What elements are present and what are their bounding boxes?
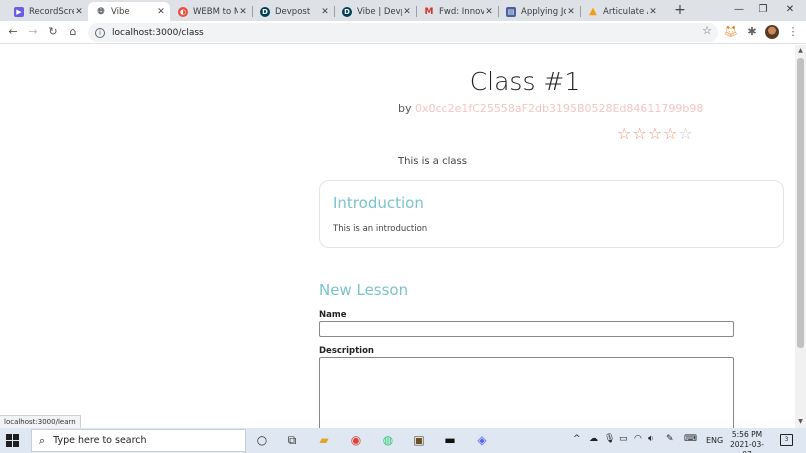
page-scrollbar[interactable]: ▲ ▼: [795, 45, 806, 428]
close-tab-icon[interactable]: ✕: [402, 7, 412, 17]
lesson-title[interactable]: Introduction: [333, 194, 424, 212]
new-tab-button[interactable]: +: [673, 2, 687, 18]
windows-taskbar: ⌕ Type here to search ○ ⧉ ▰ ◉ ◍ ▣ ▬ ◈ ^ …: [0, 428, 806, 453]
taskbar-clock[interactable]: 5:56 PM 2021-03-07: [727, 430, 767, 453]
new-lesson-heading: New Lesson: [319, 281, 409, 299]
tab-articulate[interactable]: ▲ Articulate Ai ✕: [580, 2, 662, 21]
cortana-icon[interactable]: ○: [254, 432, 270, 448]
pen-icon[interactable]: ✎: [666, 434, 674, 444]
microphone-icon[interactable]: 🎙︎: [604, 434, 615, 444]
name-label: Name: [319, 310, 347, 320]
tray-chevron-icon[interactable]: ^: [573, 434, 581, 444]
tab-vibe-devpost[interactable]: D Vibe | Devp ✕: [334, 2, 416, 21]
convert-icon: ◐: [178, 6, 188, 17]
lesson-card[interactable]: Introduction This is an introduction: [319, 180, 784, 248]
globe-icon: 🌐︎: [97, 6, 105, 17]
close-tab-icon[interactable]: ✕: [484, 7, 494, 17]
bookmark-star-icon[interactable]: ☆: [702, 24, 712, 37]
volume-icon[interactable]: 🔉︎: [648, 434, 654, 444]
star-icon[interactable]: ☆: [617, 125, 631, 143]
gmail-icon: M: [424, 6, 434, 17]
extensions-puzzle-icon[interactable]: ✱: [745, 25, 759, 39]
taskbar-search[interactable]: ⌕ Type here to search: [31, 429, 246, 452]
file-explorer-icon[interactable]: ▰: [316, 432, 332, 448]
star-rating[interactable]: ☆ ☆ ☆ ☆ ☆: [617, 125, 693, 143]
onedrive-icon[interactable]: ☁: [589, 434, 598, 444]
class-byline: by 0x0cc2e1fC25558aF2db3195B0528Ed846117…: [398, 102, 703, 115]
class-title: Class #1: [469, 67, 581, 96]
keyboard-icon[interactable]: ⌨: [684, 434, 697, 444]
star-icon[interactable]: ☆: [678, 125, 692, 143]
task-view-icon[interactable]: ⧉: [284, 432, 300, 448]
forward-button[interactable]: →: [25, 24, 41, 40]
address-url: localhost:3000/class: [112, 27, 204, 38]
close-tab-icon[interactable]: ✕: [238, 7, 248, 17]
clock-date: 2021-03-07: [729, 440, 765, 453]
scroll-down-arrow-icon[interactable]: ▼: [795, 417, 806, 427]
description-label: Description: [319, 346, 374, 356]
discord-icon[interactable]: ◈: [474, 432, 490, 448]
scrollbar-thumb[interactable]: [797, 58, 804, 348]
home-button[interactable]: ⌂: [65, 24, 81, 40]
terminal-icon[interactable]: ▬: [442, 432, 458, 448]
tab-webm-to-mp4[interactable]: ◐ WEBM to M ✕: [170, 2, 252, 21]
lesson-description-input[interactable]: [319, 357, 734, 428]
star-icon[interactable]: ☆: [632, 125, 646, 143]
metamask-fox-icon[interactable]: 🦊︎: [724, 25, 738, 39]
reload-button[interactable]: ↻: [45, 24, 61, 40]
lesson-text: This is an introduction: [333, 224, 428, 234]
tab-devpost[interactable]: D Devpost ✕: [252, 2, 334, 21]
tab-recordscreen[interactable]: ▶ RecordScree ✕: [6, 2, 88, 21]
by-label: by: [398, 102, 412, 115]
star-icon[interactable]: ☆: [648, 125, 662, 143]
site-info-icon[interactable]: i: [95, 27, 105, 38]
star-icon[interactable]: ☆: [663, 125, 677, 143]
clock-time: 5:56 PM: [731, 430, 763, 439]
page-icon: ▤: [506, 6, 516, 17]
notification-icon[interactable]: 3: [780, 434, 793, 446]
minimize-button[interactable]: —: [728, 2, 750, 18]
taskbar-search-placeholder: Type here to search: [53, 435, 147, 446]
recordscreen-icon: ▶: [14, 6, 24, 17]
spotify-icon[interactable]: ◍: [380, 432, 396, 448]
restore-button[interactable]: ❐: [752, 2, 774, 18]
tab-strip: ▶ RecordScree ✕ 🌐︎ Vibe ✕ ◐ WEBM to M ✕ …: [0, 0, 806, 21]
devpost-icon: D: [342, 6, 352, 17]
tab-gmail[interactable]: M Fwd: Innova ✕: [416, 2, 498, 21]
chrome-icon[interactable]: ◉: [348, 432, 364, 448]
page-content: Class #1 by 0x0cc2e1fC25558aF2db3195B052…: [0, 45, 795, 428]
author-address: 0x0cc2e1fC25558aF2db3195B0528Ed84611799b…: [415, 102, 704, 115]
close-tab-icon[interactable]: ✕: [74, 7, 84, 17]
scroll-up-arrow-icon[interactable]: ▲: [795, 46, 806, 56]
menu-kebab-icon[interactable]: ⋮: [786, 25, 800, 39]
battery-icon[interactable]: ▭: [619, 434, 628, 444]
warning-icon: ▲: [589, 6, 597, 17]
browser-toolbar: ← → ↻ ⌂ i localhost:3000/class ☆ 🦊︎ ✱ ⋮: [0, 21, 806, 44]
class-description: This is a class: [398, 156, 467, 167]
devpost-icon: D: [260, 6, 270, 17]
app-icon[interactable]: ▣: [411, 432, 427, 448]
windows-start-icon[interactable]: [6, 434, 19, 447]
language-indicator[interactable]: ENG: [706, 436, 723, 445]
address-bar[interactable]: i localhost:3000/class ☆: [88, 23, 718, 42]
link-status-bar: localhost:3000/learn: [0, 415, 81, 428]
close-tab-icon[interactable]: ✕: [648, 7, 658, 17]
back-button[interactable]: ←: [5, 24, 21, 40]
wifi-icon[interactable]: ◠: [634, 434, 642, 444]
close-tab-icon[interactable]: ✕: [566, 7, 576, 17]
search-icon: ⌕: [39, 433, 46, 447]
profile-avatar[interactable]: [765, 25, 779, 39]
lesson-name-input[interactable]: [319, 321, 734, 337]
close-window-button[interactable]: ✕: [779, 2, 801, 18]
tab-vibe[interactable]: 🌐︎ Vibe ✕: [88, 2, 170, 21]
close-tab-icon[interactable]: ✕: [320, 7, 330, 17]
tab-applying-jobs[interactable]: ▤ Applying Jo ✕: [498, 2, 580, 21]
close-tab-icon[interactable]: ✕: [156, 7, 166, 17]
